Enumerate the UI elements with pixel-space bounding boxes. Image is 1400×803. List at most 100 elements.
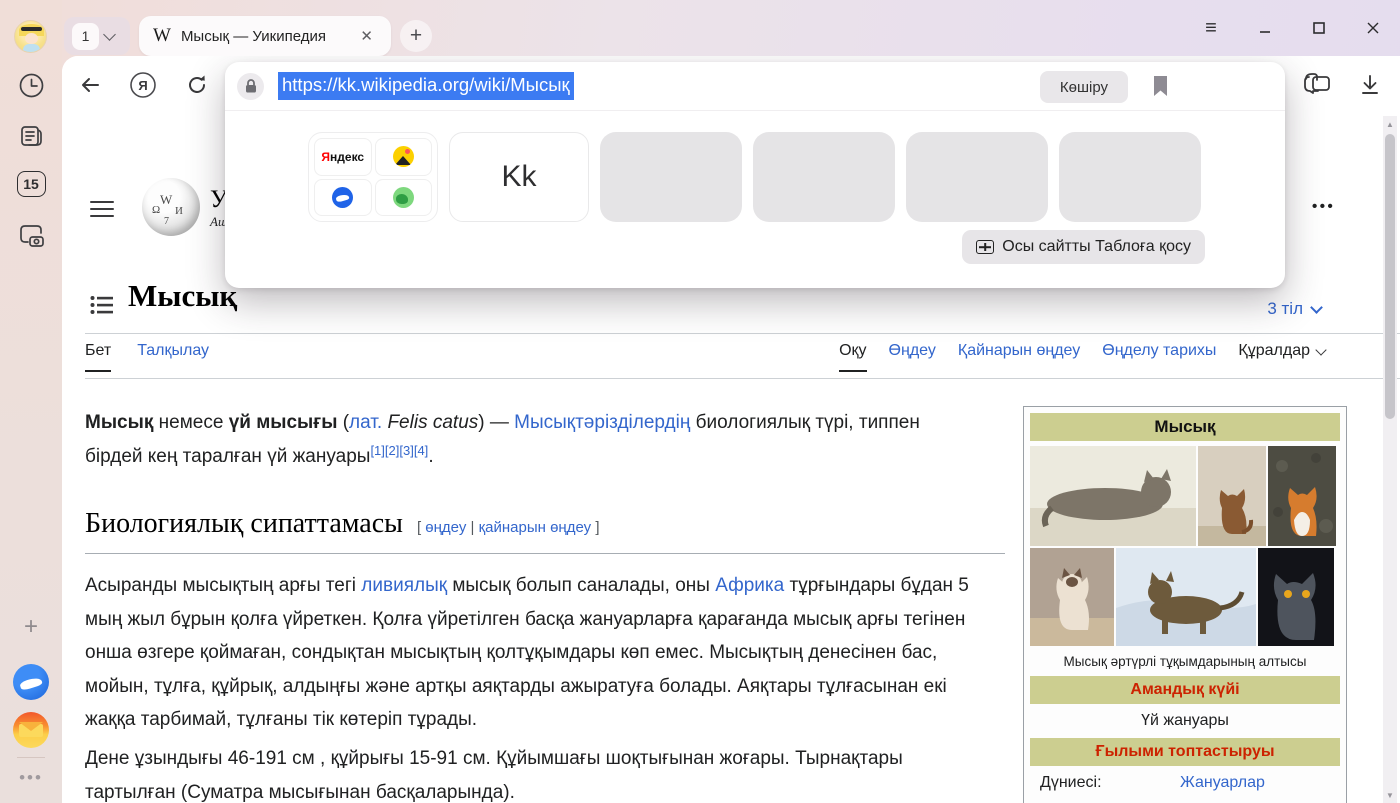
downloads-button[interactable]: [1355, 70, 1385, 100]
history-button[interactable]: [0, 68, 62, 102]
sidebar-more-button[interactable]: •••: [0, 766, 62, 790]
text-segment: Асыранды мысықтың арғы тегі: [85, 575, 361, 596]
taxonomy-link[interactable]: Жануарлар: [1180, 774, 1265, 792]
documents-icon: [16, 121, 46, 151]
infobox-cat-image-abyssinian[interactable]: [1198, 446, 1266, 546]
tab-history[interactable]: Өңделу тарихы: [1102, 342, 1216, 370]
yandex-logo-icon: Я: [128, 70, 158, 100]
scroll-down-arrow[interactable]: ▼: [1383, 788, 1397, 802]
scroll-up-arrow[interactable]: ▲: [1383, 117, 1397, 131]
tablo-yandex-tile[interactable]: Яндекс: [314, 138, 372, 176]
language-selector-button[interactable]: 3 тіл: [1267, 299, 1321, 319]
taxonomy-row: Дүниесі: Жануарлар: [1030, 766, 1340, 800]
infobox-cat-image-ginger-white[interactable]: [1268, 446, 1336, 546]
browser-menu-button[interactable]: ≡: [1184, 0, 1238, 56]
minimize-button[interactable]: [1238, 0, 1292, 56]
inline-link[interactable]: лат.: [349, 412, 382, 433]
tab-read[interactable]: Оқу: [839, 342, 866, 372]
reload-button[interactable]: [182, 70, 212, 100]
yandex-service-green-icon: [393, 187, 414, 208]
wiki-menu-button[interactable]: [90, 196, 114, 222]
edit-source-link[interactable]: қайнарын өңдеу: [479, 519, 592, 536]
yandex-mail-shortcut[interactable]: [0, 710, 62, 750]
notes-button[interactable]: [0, 119, 62, 153]
tablo-green-tile[interactable]: [375, 179, 433, 217]
tablo-empty-tile[interactable]: [1059, 132, 1201, 222]
infobox-cat-image-siamese[interactable]: [1030, 548, 1114, 646]
yandex-service-blue-icon: [332, 187, 353, 208]
tablo-images-tile[interactable]: [375, 138, 433, 176]
infobox-cat-image-tabby-lying[interactable]: [1030, 446, 1196, 546]
tablo-empty-tile[interactable]: [600, 132, 742, 222]
hamburger-icon: ≡: [1205, 17, 1217, 40]
tablo-kk-wikipedia-tile[interactable]: Kk: [449, 132, 589, 222]
reference-link[interactable]: [3]: [399, 443, 413, 458]
tab-strip: 1 W Мысық — Уикипедия ✕ + ≡: [62, 0, 1400, 56]
infobox-caption: Мысық әртүрлі тұқымдарының алтысы: [1030, 648, 1340, 676]
maximize-button[interactable]: [1292, 0, 1346, 56]
tab-tools[interactable]: Құралдар: [1238, 342, 1325, 370]
add-plus-icon: [976, 240, 994, 254]
tab-talk[interactable]: Талқылау: [137, 342, 209, 372]
url-input-selected-text[interactable]: https://kk.wikipedia.org/wiki/Мысық: [278, 72, 574, 100]
text-segment: .: [428, 446, 433, 467]
tab-close-icon[interactable]: ✕: [356, 25, 377, 47]
page-scrollbar[interactable]: ▲ ▼: [1383, 116, 1397, 803]
inline-link[interactable]: Африка: [715, 575, 784, 596]
edit-link[interactable]: өңдеу: [425, 519, 466, 536]
inline-link[interactable]: Мысықтәрізділердің: [514, 412, 690, 433]
new-tab-button[interactable]: +: [400, 20, 432, 52]
maximize-icon: [1312, 21, 1326, 35]
chevron-down-icon: [103, 28, 116, 41]
page-area: Я: [62, 56, 1400, 803]
add-to-tablo-button[interactable]: Осы сайтты Таблоға қосу: [962, 230, 1205, 264]
infobox-cat-image-gray-dark[interactable]: [1258, 548, 1334, 646]
inline-link[interactable]: ливиялық: [361, 575, 447, 596]
namespace-tabs: Бет Талқылау: [85, 342, 209, 372]
wiki-more-options-button[interactable]: •••: [1312, 198, 1335, 215]
text-segment: (: [337, 412, 349, 433]
text-segment: үй мысығы: [229, 412, 338, 433]
calendar-button[interactable]: 15: [0, 169, 62, 199]
copy-url-button[interactable]: Көшіру: [1040, 71, 1128, 103]
reference-link[interactable]: [4]: [414, 443, 428, 458]
address-bar[interactable]: https://kk.wikipedia.org/wiki/Мысық Көші…: [225, 62, 1285, 111]
sidebar-add-button[interactable]: +: [0, 612, 62, 642]
yandex-browser-shortcut[interactable]: [0, 662, 62, 702]
screenshot-button[interactable]: [0, 218, 62, 254]
tab-group-count: 1: [72, 23, 99, 50]
yandex-search-button[interactable]: Я: [128, 70, 158, 100]
bookmark-button[interactable]: [1152, 75, 1169, 102]
sidebar-divider: [17, 757, 45, 758]
text-segment: тұрғындары бұдан 5 мың жыл бұрын қолға ү…: [85, 575, 969, 730]
reference-link[interactable]: [1]: [370, 443, 384, 458]
reference-link[interactable]: [2]: [385, 443, 399, 458]
back-button[interactable]: [75, 70, 105, 100]
tablo-yandex-group-tile[interactable]: Яндекс: [308, 132, 438, 222]
body-paragraph: Асыранды мысықтың арғы тегі ливиялық мыс…: [85, 569, 1000, 737]
yandex-images-icon: [393, 146, 414, 167]
wikipedia-logo[interactable]: W Ω И 7: [142, 178, 200, 236]
text-segment: Felis catus: [387, 412, 478, 433]
tab-group-button[interactable]: 1: [64, 17, 130, 55]
profile-avatar[interactable]: [14, 20, 47, 53]
tab-wikipedia[interactable]: W Мысық — Уикипедия ✕: [139, 16, 391, 56]
site-security-badge[interactable]: [237, 73, 264, 100]
tab-title: Мысық — Уикипедия: [181, 28, 346, 45]
tab-edit[interactable]: Өңдеу: [889, 342, 936, 370]
scrollbar-thumb[interactable]: [1385, 134, 1395, 419]
calendar-icon: 15: [17, 171, 46, 197]
tablo-empty-tile[interactable]: [906, 132, 1048, 222]
toc-button[interactable]: [90, 294, 114, 321]
tab-edit-source[interactable]: Қайнарын өңдеу: [958, 342, 1080, 370]
infobox-status-header: Амандық күйі: [1030, 676, 1340, 704]
svg-text:Я: Я: [138, 78, 147, 93]
collections-button[interactable]: [1302, 70, 1332, 100]
close-window-button[interactable]: [1346, 0, 1400, 56]
tablo-mail-tile[interactable]: [314, 179, 372, 217]
yandex-wordmark: Яндекс: [321, 150, 364, 164]
tablo-empty-tile[interactable]: [753, 132, 895, 222]
reload-icon: [185, 73, 209, 97]
tab-article[interactable]: Бет: [85, 342, 111, 372]
infobox-cat-image-tabby-snow[interactable]: [1116, 548, 1256, 646]
